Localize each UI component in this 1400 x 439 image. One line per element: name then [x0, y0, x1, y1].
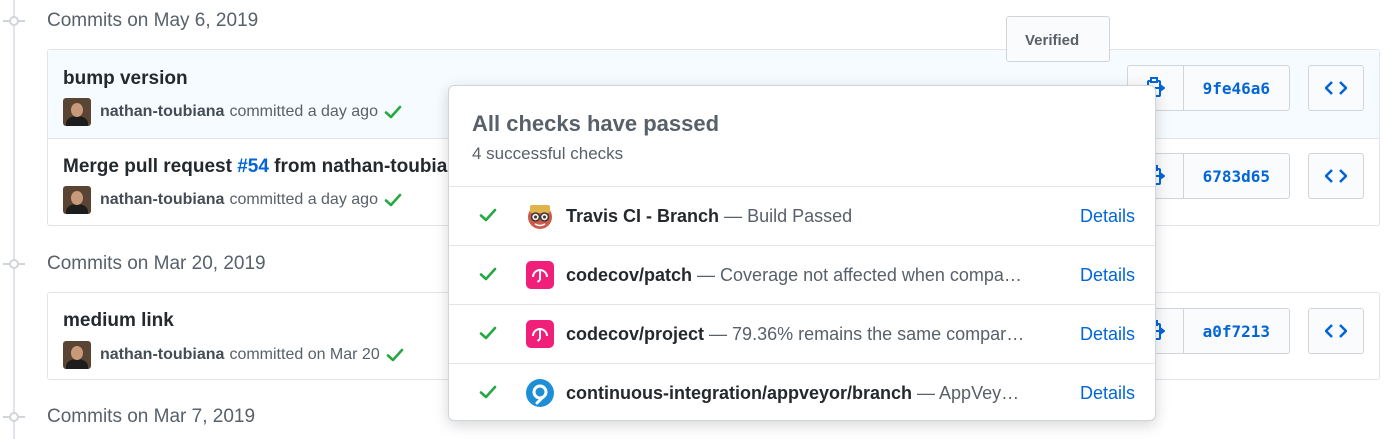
appveyor-icon: [526, 379, 554, 407]
pull-request-link[interactable]: #54: [237, 156, 269, 177]
commit-action: committed: [229, 346, 304, 363]
check-details-link[interactable]: Details: [1080, 324, 1135, 345]
check-text: Travis CI - Branch — Build Passed: [566, 206, 1026, 227]
commit-sha-link[interactable]: 9fe46a6: [1184, 66, 1289, 110]
status-check-icon[interactable]: [384, 192, 402, 208]
avatar[interactable]: [63, 98, 91, 126]
commit-action: committed: [229, 191, 304, 208]
check-text: codecov/patch — Coverage not affected wh…: [566, 265, 1026, 286]
commit-author[interactable]: nathan-toubiana: [100, 346, 224, 364]
commit-sha-link[interactable]: 6783d65: [1184, 154, 1289, 198]
commit-title[interactable]: medium link: [63, 310, 174, 332]
commit-title[interactable]: bump version: [63, 68, 188, 90]
check-name: codecov/patch: [566, 265, 693, 285]
commit-group-header: Commits on Mar 7, 2019: [47, 406, 256, 427]
commit-time: on Mar 20: [307, 346, 380, 363]
commit-group-header: Commits on May 6, 2019: [47, 10, 259, 31]
check-description: — Build Passed: [719, 206, 853, 226]
checks-popover-title: All checks have passed: [472, 111, 720, 136]
check-text: continuous-integration/appveyor/branch —…: [566, 383, 1026, 404]
checks-popover-subtitle: 4 successful checks: [472, 144, 624, 163]
check-passed-icon: [479, 207, 497, 228]
commit-author[interactable]: nathan-toubiana: [100, 103, 224, 121]
commit-sha-link[interactable]: a0f7213: [1184, 309, 1289, 353]
codecov-icon: [526, 320, 554, 348]
commit-action: committed: [229, 103, 304, 120]
code-icon: [1325, 169, 1347, 183]
status-check-icon[interactable]: [386, 347, 404, 363]
check-passed-icon: [479, 266, 497, 287]
commit-author[interactable]: nathan-toubiana: [100, 191, 224, 209]
check-description: — 79.36% remains the same compared to ba…: [709, 324, 1026, 344]
commit-meta: nathan-toubiana committed a day ago: [63, 98, 402, 126]
check-row: Travis CI - Branch — Build Passed Detail…: [449, 186, 1155, 245]
browse-code-button[interactable]: [1308, 65, 1364, 111]
verified-badge[interactable]: Verified: [1006, 16, 1110, 62]
code-icon: [1325, 324, 1347, 338]
commit-title-text: from nathan-toubiana: [268, 156, 470, 177]
check-passed-icon: [479, 384, 497, 405]
commit-node-icon: [3, 257, 25, 271]
commit-meta: nathan-toubiana committed on Mar 20: [63, 341, 404, 369]
browse-code-button[interactable]: [1308, 308, 1364, 354]
timeline-line: [13, 0, 15, 439]
check-row: codecov/patch — Coverage not affected wh…: [449, 245, 1155, 304]
check-description: — AppVeyor build succeeded: [917, 383, 1026, 403]
check-row: continuous-integration/appveyor/branch —…: [449, 363, 1155, 420]
check-passed-icon: [479, 325, 497, 346]
status-check-icon[interactable]: [384, 104, 402, 120]
avatar[interactable]: [63, 186, 91, 214]
check-name: codecov/project: [566, 324, 705, 344]
code-icon: [1325, 81, 1347, 95]
travis-ci-icon: [526, 202, 554, 230]
commit-title-text: Merge pull request: [63, 156, 238, 177]
check-row: codecov/project — 79.36% remains the sam…: [449, 304, 1155, 363]
commit-title[interactable]: Merge pull request #54 from nathan-toubi…: [63, 156, 469, 178]
check-details-link[interactable]: Details: [1080, 206, 1135, 227]
codecov-icon: [526, 261, 554, 289]
commit-node-icon: [3, 14, 25, 28]
checks-popover: All checks have passed 4 successful chec…: [448, 85, 1156, 421]
commit-meta: nathan-toubiana committed a day ago: [63, 186, 402, 214]
check-text: codecov/project — 79.36% remains the sam…: [566, 324, 1026, 345]
check-description: — Coverage not affected when compared to…: [697, 265, 1026, 285]
commit-group-header: Commits on Mar 20, 2019: [47, 253, 266, 274]
avatar[interactable]: [63, 341, 91, 369]
commit-node-icon: [3, 410, 25, 424]
check-details-link[interactable]: Details: [1080, 383, 1135, 404]
check-name: continuous-integration/appveyor/branch: [566, 383, 913, 403]
check-details-link[interactable]: Details: [1080, 265, 1135, 286]
commit-time: a day ago: [307, 191, 378, 208]
check-name: Travis CI - Branch: [566, 206, 720, 226]
browse-code-button[interactable]: [1308, 153, 1364, 199]
commit-time: a day ago: [307, 103, 378, 120]
